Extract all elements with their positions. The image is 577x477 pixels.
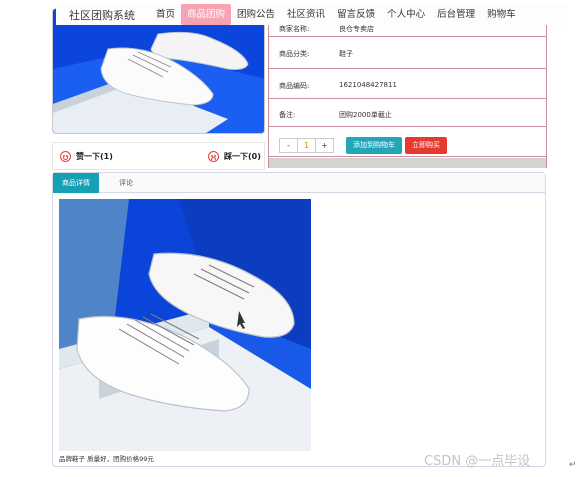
product-image	[52, 8, 265, 134]
decrease-button[interactable]: -	[280, 139, 297, 152]
nav-personal-center[interactable]: 个人中心	[381, 4, 431, 25]
increase-button[interactable]: +	[316, 139, 333, 152]
nav-home[interactable]: 首页	[150, 4, 181, 25]
detail-value: 1621048427811	[339, 81, 397, 89]
top-nav: 社区团购系统 首页 商品团购 团购公告 社区资讯 留言反馈 个人中心 后台管理 …	[56, 4, 568, 25]
site-brand[interactable]: 社区团购系统	[56, 7, 150, 23]
return-symbol: ↵	[569, 460, 577, 470]
frown-icon	[208, 151, 219, 162]
product-detail-photo	[59, 199, 311, 451]
detail-value: 鞋子	[339, 50, 353, 58]
detail-key: 商家名称:	[279, 25, 310, 33]
quantity-stepper: - 1 +	[279, 138, 334, 153]
nav-community-news[interactable]: 社区资讯	[281, 4, 331, 25]
dislike-button[interactable]: 踩一下(0)	[208, 151, 261, 162]
nav-feedback[interactable]: 留言反馈	[331, 4, 381, 25]
nav-group-buy[interactable]: 商品团购	[181, 4, 232, 25]
product-photo	[53, 9, 264, 133]
tab-comments[interactable]: 评论	[109, 173, 143, 193]
detail-row-code: 商品编码: 1621048427811	[269, 69, 546, 99]
product-caption: 品牌鞋子 质量好，团购价格99元	[59, 455, 154, 463]
like-label: 赞一下(1)	[76, 152, 113, 161]
purchase-actions: - 1 + 添加到购物车 立即购买	[269, 127, 546, 157]
detail-key: 商品编码:	[279, 82, 310, 90]
detail-value: 团购2000单截止	[339, 111, 392, 119]
vote-bar: 赞一下(1) 踩一下(0)	[52, 142, 265, 170]
quantity-input[interactable]: 1	[297, 139, 316, 152]
product-details-table: 商家名称: 良仓专卖店 商品分类: 鞋子 商品编码: 1621048427811…	[268, 8, 547, 168]
detail-key: 备注:	[279, 111, 296, 119]
buy-now-button[interactable]: 立即购买	[405, 137, 447, 154]
nav-cart[interactable]: 购物车	[481, 4, 522, 25]
detail-row-category: 商品分类: 鞋子	[269, 37, 546, 69]
detail-value: 良仓专卖店	[339, 25, 374, 33]
add-to-cart-button[interactable]: 添加到购物车	[346, 137, 402, 154]
detail-row-note: 备注: 团购2000单截止	[269, 99, 546, 127]
detail-tab-panel: 商品详情 评论 品牌鞋子 质量好，团购价格99元	[52, 172, 546, 467]
detail-key: 商品分类:	[279, 50, 310, 58]
smile-icon	[60, 151, 71, 162]
dislike-label: 踩一下(0)	[224, 152, 261, 161]
nav-announcements[interactable]: 团购公告	[231, 4, 281, 25]
watermark: CSDN @一点毕设	[424, 454, 531, 469]
like-button[interactable]: 赞一下(1)	[60, 151, 113, 162]
product-detail-image	[59, 199, 311, 451]
tab-product-details[interactable]: 商品详情	[53, 173, 99, 193]
nav-admin[interactable]: 后台管理	[431, 4, 481, 25]
table-footer-band	[269, 158, 546, 168]
tab-bar: 商品详情 评论	[53, 173, 545, 193]
